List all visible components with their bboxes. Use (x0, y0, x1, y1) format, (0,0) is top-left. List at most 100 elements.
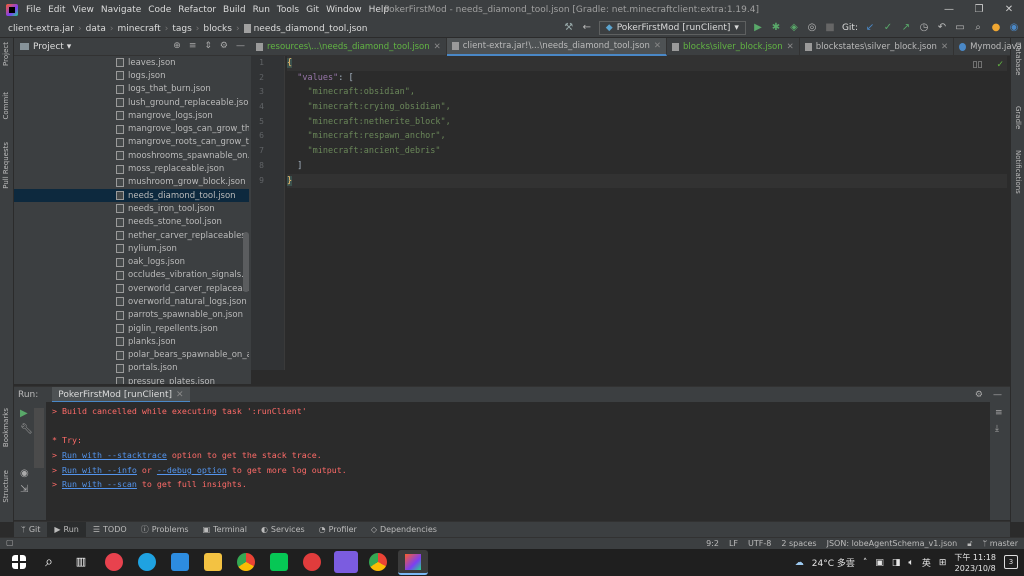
todo-icon[interactable] (171, 553, 189, 571)
scroll-end-icon[interactable]: ⤓ (995, 424, 999, 434)
tree-item[interactable]: polar_bears_spawnable_on_altern (14, 349, 249, 362)
tree-item[interactable]: logs.json (14, 69, 249, 82)
inspection-ok-icon[interactable]: ✓ (996, 60, 1004, 70)
edge-icon[interactable] (138, 553, 156, 571)
breadcrumb-tags[interactable]: tags (172, 24, 191, 34)
wrench-icon[interactable]: 🔧︎ (20, 424, 33, 435)
tree-item[interactable]: nylium.json (14, 242, 249, 255)
stacktrace-link[interactable]: Run with --stacktrace (62, 450, 167, 460)
tree-item[interactable]: parrots_spawnable_on.json (14, 309, 249, 322)
tree-item[interactable]: moss_replaceable.json (14, 162, 249, 175)
windows-start-icon[interactable] (12, 555, 26, 569)
debug-link[interactable]: --debug option (157, 465, 227, 475)
window-icon[interactable]: ▭ (954, 22, 966, 34)
menu-view[interactable]: View (73, 5, 94, 15)
intellij-taskbar-icon[interactable] (398, 550, 428, 575)
update-badge-icon[interactable]: ● (990, 22, 1002, 34)
task-view-icon[interactable]: ▥ (72, 553, 90, 571)
tree-item[interactable]: planks.json (14, 335, 249, 348)
search-icon[interactable]: ⌕ (972, 22, 984, 34)
eye-icon[interactable]: ◉ (20, 468, 29, 479)
menu-file[interactable]: File (26, 5, 41, 15)
breadcrumb-minecraft[interactable]: minecraft (118, 24, 161, 34)
editor-tab[interactable]: blockstates\silver_block.json ✕ (800, 38, 955, 56)
tool-tab-run[interactable]: ▶ Run (47, 521, 86, 538)
network-icon[interactable]: ◨ (892, 558, 901, 568)
scan-link[interactable]: Run with --scan (62, 479, 137, 489)
pull-requests-tool-button[interactable]: Pull Requests (2, 142, 10, 189)
run-tree[interactable] (34, 408, 44, 468)
tool-tab-services[interactable]: ◐ Services (254, 522, 312, 538)
lock-icon[interactable]: 🔓︎ (967, 538, 972, 549)
debug-icon[interactable]: ✱ (770, 22, 782, 34)
tree-item[interactable]: needs_iron_tool.json (14, 202, 249, 215)
run-tab[interactable]: PokerFirstMod [runClient] ✕ (52, 386, 190, 403)
pin-icon[interactable]: ⇲ (20, 484, 28, 495)
rerun-icon[interactable]: ▶ (20, 408, 28, 419)
restore-icon[interactable]: ❐ (964, 0, 994, 20)
hammer-icon[interactable]: ⚒ (563, 22, 575, 34)
tree-item[interactable]: leaves.json (14, 56, 249, 69)
json-schema[interactable]: JSON: lobeAgentSchema_v1.json (827, 538, 958, 549)
tree-item[interactable]: mangrove_roots_can_grow_throu (14, 136, 249, 149)
gear-icon[interactable]: ⚙ (975, 390, 983, 400)
line-separator[interactable]: LF (729, 538, 738, 549)
tree-item[interactable]: needs_stone_tool.json (14, 216, 249, 229)
chevron-down-icon[interactable]: ▾ (67, 42, 72, 52)
tree-item[interactable]: mangrove_logs.json (14, 109, 249, 122)
soft-wrap-icon[interactable]: ≡ (995, 408, 1003, 418)
tree-item[interactable]: lush_ground_replaceable.json (14, 96, 249, 109)
run-configuration-select[interactable]: ◆ PokerFirstMod [runClient] ▾ (598, 21, 746, 35)
run-icon[interactable]: ▶ (752, 22, 764, 34)
reader-mode-icon[interactable]: ▯▯ (973, 60, 983, 70)
commit-tool-button[interactable]: Commit (2, 92, 10, 120)
file-encoding[interactable]: UTF-8 (748, 538, 771, 549)
breadcrumb-data[interactable]: data (86, 24, 106, 34)
tree-item[interactable]: oak_logs.json (14, 255, 249, 268)
input-language[interactable]: 英 (922, 556, 931, 569)
app-icon-2[interactable] (303, 553, 321, 571)
notifications-tool-button[interactable]: Notifications (1014, 150, 1022, 194)
caret-position[interactable]: 9:2 (706, 538, 719, 549)
tree-item[interactable]: mooshrooms_spawnable_on.json (14, 149, 249, 162)
gradle-tool-button[interactable]: Gradle (1014, 106, 1022, 129)
menu-navigate[interactable]: Navigate (101, 5, 141, 15)
close-icon[interactable]: ✕ (994, 0, 1024, 20)
structure-tool-button[interactable]: Structure (2, 470, 10, 503)
breadcrumb-file[interactable]: needs_diamond_tool.json (254, 24, 368, 34)
tree-item[interactable]: needs_diamond_tool.json (14, 188, 249, 203)
tree-item[interactable]: mangrove_logs_can_grow_throu (14, 122, 249, 135)
close-tab-icon[interactable]: ✕ (654, 41, 661, 51)
hide-icon[interactable]: — (993, 390, 1002, 400)
project-view-select[interactable]: Project (33, 42, 64, 52)
tree-scrollbar[interactable] (243, 232, 249, 292)
chevron-up-icon[interactable]: ˄ (863, 558, 868, 568)
bookmarks-tool-button[interactable]: Bookmarks (2, 408, 10, 447)
menu-build[interactable]: Build (223, 5, 246, 15)
info-link[interactable]: Run with --info (62, 465, 137, 475)
editor-tab[interactable]: resources\...\needs_diamond_tool.json ✕ (251, 38, 447, 56)
editor-tab[interactable]: blocks\silver_block.json ✕ (667, 38, 800, 56)
tree-item[interactable]: pressure_plates.json (14, 375, 249, 384)
menu-git[interactable]: Git (306, 5, 319, 15)
tree-item[interactable]: portals.json (14, 362, 249, 375)
tool-tab-terminal[interactable]: ▣ Terminal (196, 522, 254, 538)
clock[interactable]: 下午 11:18 2023/10/8 (954, 552, 996, 574)
app-icon-3[interactable] (334, 551, 358, 573)
jetbrains-icon[interactable]: ◉ (1008, 22, 1020, 34)
tree-item[interactable]: overworld_natural_logs.json (14, 295, 249, 308)
notification-center[interactable]: 3 (1004, 555, 1018, 569)
editor-tab[interactable]: Mymod.java✕ (954, 38, 1024, 56)
gear-icon[interactable]: ⚙ (220, 41, 228, 51)
tree-item[interactable]: nether_carver_replaceables.json (14, 229, 249, 242)
coverage-icon[interactable]: ◈ (788, 22, 800, 34)
collapse-all-icon[interactable]: ≡ (189, 41, 197, 51)
breadcrumb-jar[interactable]: client-extra.jar (8, 24, 74, 34)
project-tool-button[interactable]: Project (2, 42, 10, 66)
hide-icon[interactable]: — (236, 41, 245, 51)
expand-all-icon[interactable]: ⇕ (204, 41, 212, 51)
close-tab-icon[interactable]: ✕ (941, 42, 948, 52)
stop-icon[interactable]: ■ (824, 22, 836, 34)
minimize-icon[interactable]: — (934, 0, 964, 20)
code-area[interactable]: { "values": [ "minecraft:obsidian", "min… (287, 56, 1007, 189)
